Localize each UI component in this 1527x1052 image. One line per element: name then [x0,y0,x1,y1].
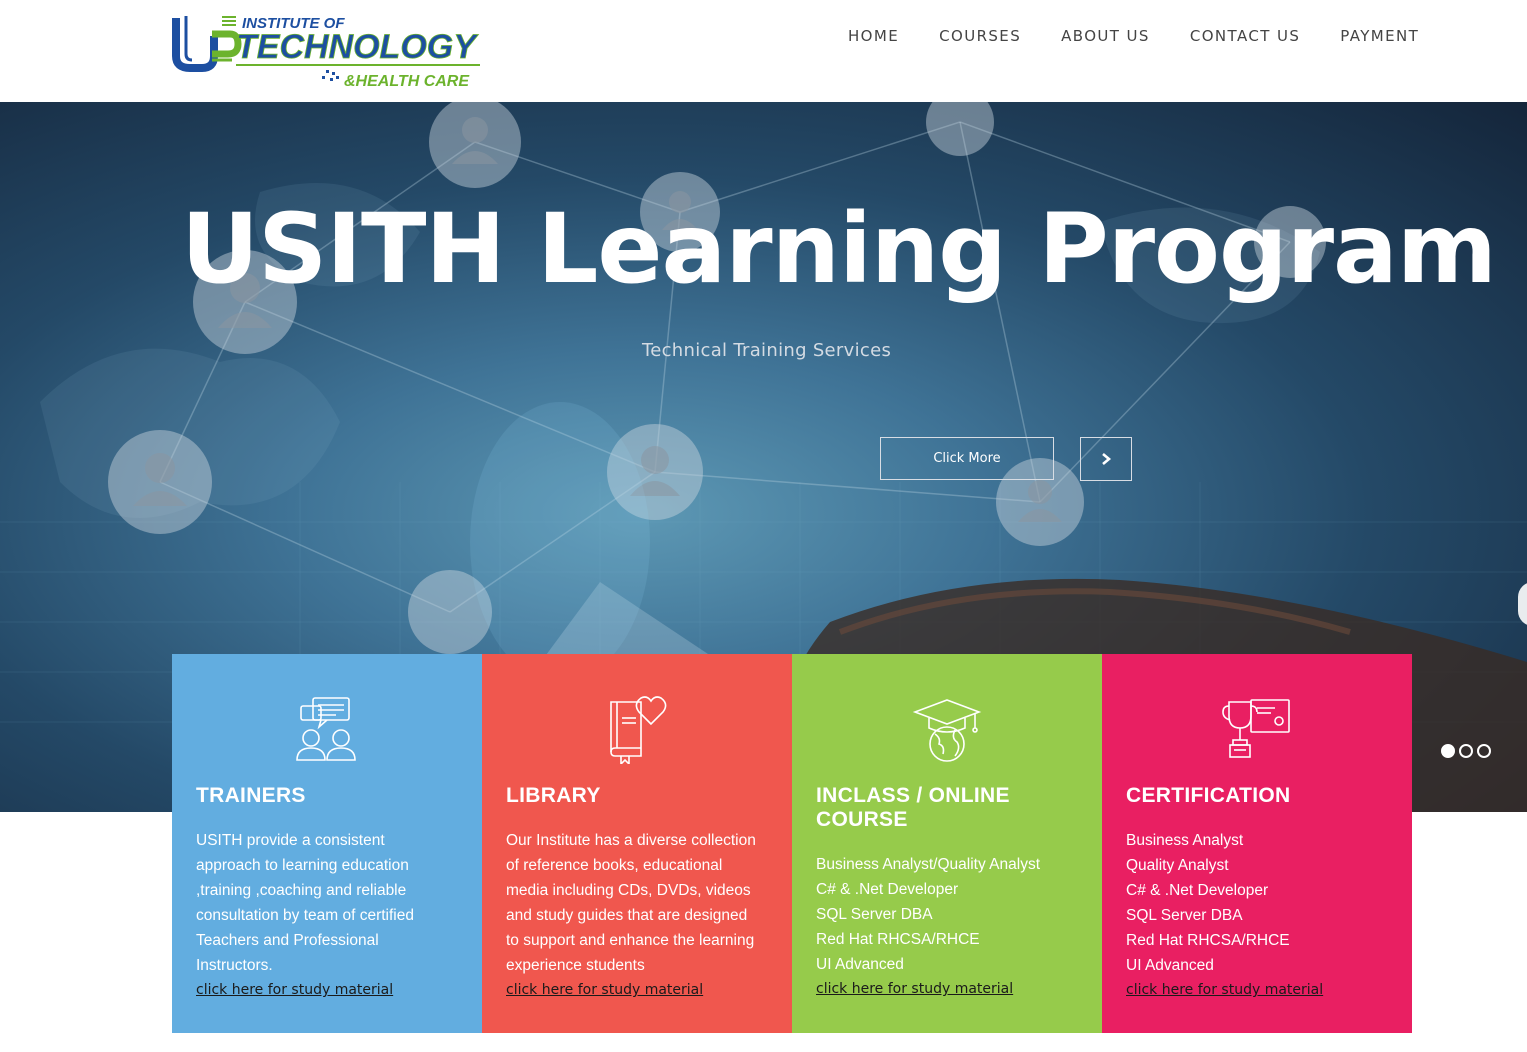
study-material-link[interactable]: click here for study material [1126,978,1396,1003]
card-text-line: consultation by team of certified [196,907,414,924]
slider-dot-3[interactable] [1477,744,1491,758]
nav-home[interactable]: HOME [828,26,919,46]
logo-line3: &HEALTH CARE [344,73,470,90]
card-text-line: Business Analyst [1126,832,1244,849]
card-title: LIBRARY [506,784,601,807]
card-text-line: SQL Server DBA [1126,907,1243,924]
chevron-right-icon [1102,453,1112,465]
hero-title: USITH Learning Program [181,193,1497,305]
trophy-certificate-icon [1222,699,1290,758]
slider-next-button[interactable] [1080,437,1132,481]
slider-pagination [1441,744,1491,758]
card-text-line: media including CDs, DVDs, videos [506,882,751,899]
card-body: Business Analyst Quality Analyst C# & .N… [1126,828,1396,1003]
card-text-line: to support and enhance the learning [506,932,755,949]
card-text-line: Our Institute has a diverse collection [506,832,756,849]
nav-about-us[interactable]: ABOUT US [1041,26,1170,46]
nav-payment[interactable]: PAYMENT [1320,26,1439,46]
card-text-line: experience students [506,957,645,974]
card-text-line: SQL Server DBA [816,906,933,923]
click-more-button[interactable]: Click More [880,437,1054,480]
study-material-link[interactable]: click here for study material [816,977,1086,1002]
book-heart-icon [610,696,667,764]
card-title: TRAINERS [196,784,306,807]
card-inclass-online: INCLASS / ONLINE COURSE Business Analyst… [792,654,1102,1033]
feature-cards: TRAINERS USITH provide a consistent appr… [172,654,1412,1033]
trainers-chat-icon [296,697,356,761]
card-text-line: Teachers and Professional [196,932,379,949]
site-header: INSTITUTE OF TECHNOLOGY &HEALTH CARE HOM… [0,0,1527,102]
card-text-line: UI Advanced [816,956,904,973]
card-text-line: UI Advanced [1126,957,1214,974]
card-trainers: TRAINERS USITH provide a consistent appr… [172,654,482,1033]
card-text-line: Red Hat RHCSA/RHCE [1126,932,1290,949]
card-body: Our Institute has a diverse collection o… [506,828,776,1003]
card-text-line: Instructors. [196,957,273,974]
card-library: LIBRARY Our Institute has a diverse coll… [482,654,792,1033]
nav-courses[interactable]: COURSES [919,26,1041,46]
card-certification: CERTIFICATION Business Analyst Quality A… [1102,654,1412,1033]
study-material-link[interactable]: click here for study material [196,978,466,1003]
card-text-line: C# & .Net Developer [1126,882,1269,899]
card-text-line: C# & .Net Developer [816,881,959,898]
card-text-line: approach to learning education [196,857,409,874]
slider-dot-2[interactable] [1459,744,1473,758]
main-nav: HOME COURSES ABOUT US CONTACT US PAYMENT [828,26,1439,46]
card-text-line: ,training ,coaching and reliable [196,882,407,899]
graduation-globe-icon [912,699,982,762]
card-body: Business Analyst/Quality Analyst C# & .N… [816,852,1086,1002]
card-text-line: Red Hat RHCSA/RHCE [816,931,980,948]
hero-subtitle: Technical Training Services [642,340,892,361]
nav-contact-us[interactable]: CONTACT US [1170,26,1320,46]
card-body: USITH provide a consistent approach to l… [196,828,466,1003]
card-text-line: Quality Analyst [1126,857,1229,874]
card-text-line: and study guides that are designed [506,907,748,924]
logo-line2: TECHNOLOGY [236,28,479,66]
card-text-line: USITH provide a consistent [196,832,385,849]
site-logo[interactable]: INSTITUTE OF TECHNOLOGY &HEALTH CARE [172,12,484,90]
card-title: CERTIFICATION [1126,784,1291,807]
card-text-line: Business Analyst/Quality Analyst [816,856,1041,873]
slider-dot-1[interactable] [1441,744,1455,758]
card-text-line: of reference books, educational [506,857,723,874]
study-material-link[interactable]: click here for study material [506,978,776,1003]
card-title: INCLASS / ONLINE COURSE [816,784,1010,831]
